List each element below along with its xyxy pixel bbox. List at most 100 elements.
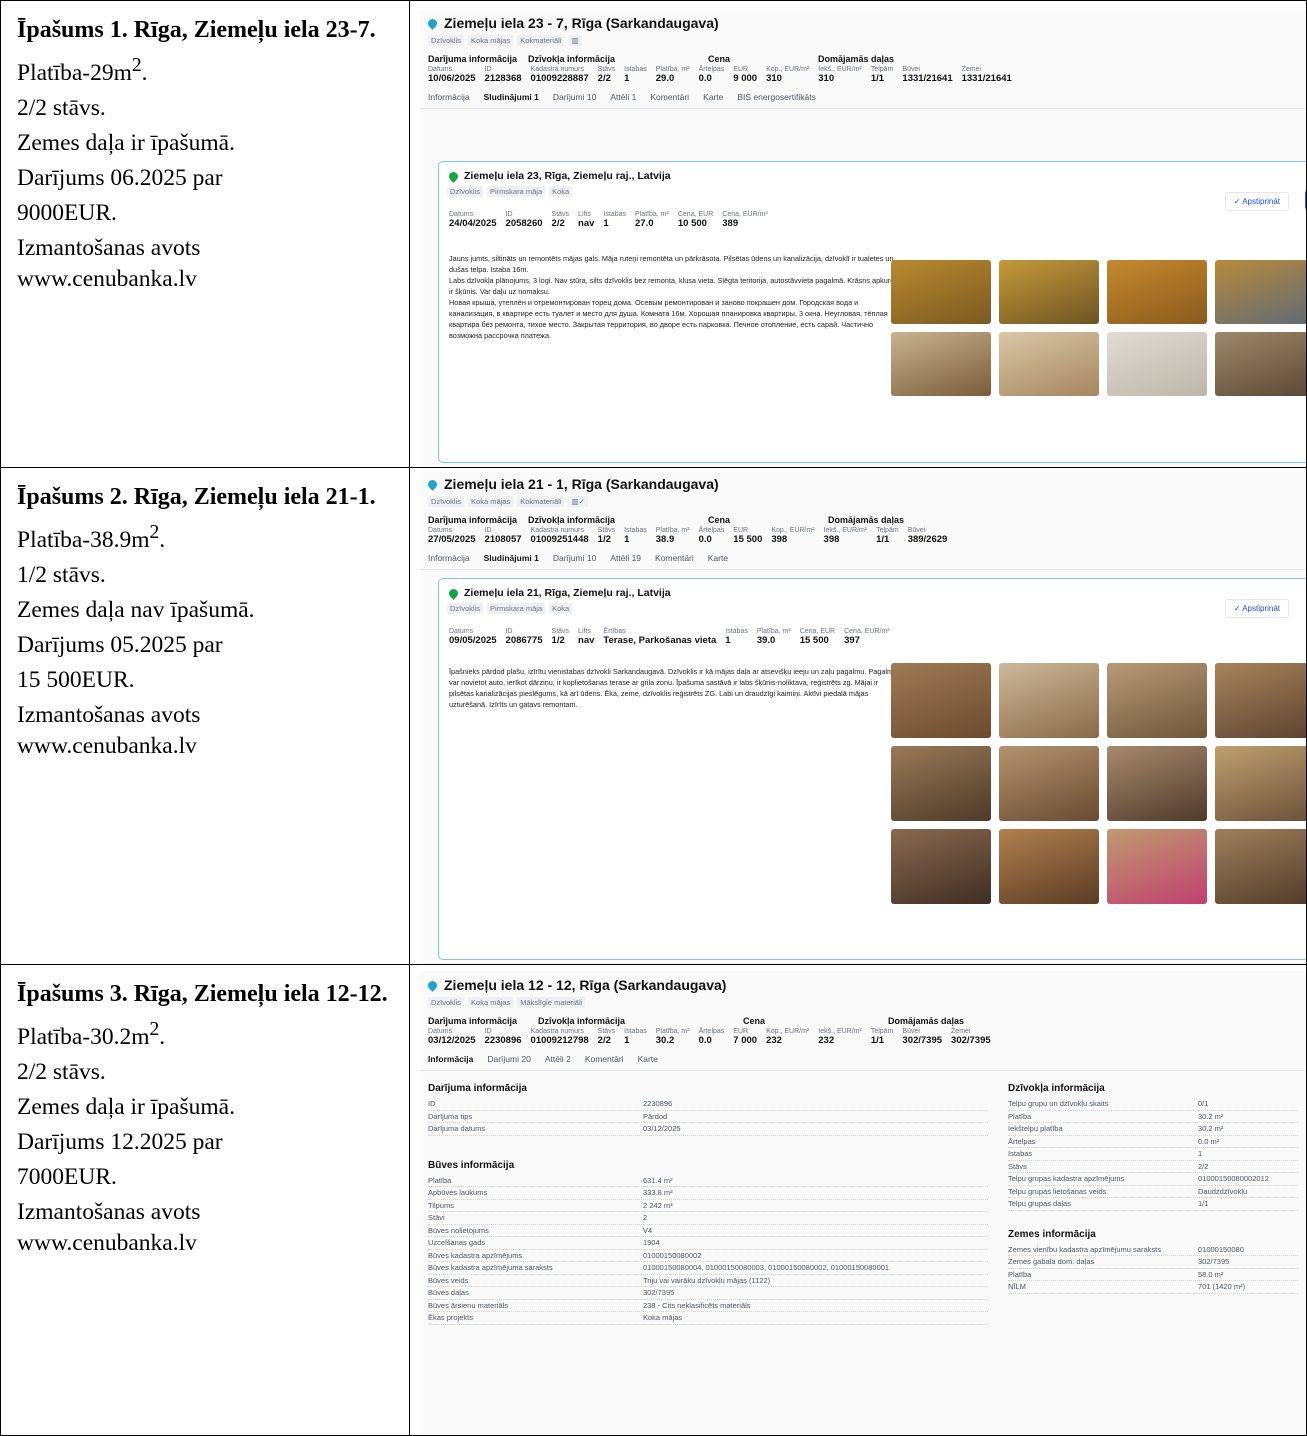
summary-field: Kop., EUR/m² 398 <box>771 527 815 545</box>
tag-list: Dzīvoklis Koka mājas Kokmateriāli ▥✓ <box>420 494 1306 509</box>
summary-field: Būvei 1331/21641 <box>902 66 953 84</box>
photo-thumbnail[interactable] <box>891 829 991 904</box>
property-source-url: www.cenubanka.lv <box>17 265 197 292</box>
photo-thumbnail[interactable] <box>1215 332 1306 396</box>
summary-field: Stāvs 1/2 <box>597 527 616 545</box>
tab-1[interactable]: Sludinājumi 1 <box>484 553 539 563</box>
photo-thumbnail[interactable] <box>891 260 991 324</box>
tab-3[interactable]: Komentāri <box>585 1054 624 1064</box>
summary-field: Stāvs 1/2 <box>551 628 570 646</box>
summary-field: ID 2108057 <box>484 527 522 545</box>
details-panel: Darījuma informācija ID 2230896 Darījuma t… <box>420 1071 1306 1325</box>
property-1-summary: Īpašums 1. Rīga, Ziemeļu iela 23-7. Plat… <box>0 0 410 468</box>
tab-3[interactable]: Attēli 1 <box>610 92 636 102</box>
property-2-screenshot: Ziemeļu iela 21 - 1, Rīga (Sarkandaugava… <box>409 467 1307 965</box>
tab-5[interactable]: Karte <box>708 553 728 563</box>
detail-row: Platība 30.2 m² <box>1008 1111 1298 1123</box>
detail-row: Būves veids Triju vai vairāku dzīvokļu mā… <box>428 1275 988 1287</box>
property-price: 9000EUR. <box>17 199 117 226</box>
photo-thumbnail[interactable] <box>999 829 1099 904</box>
summary-field: Iekš., EUR/m² 398 <box>823 527 868 545</box>
photo-thumbnail[interactable] <box>1107 260 1207 324</box>
photo-thumbnail[interactable] <box>1215 260 1306 324</box>
property-3-screenshot: Ziemeļu iela 12 - 12, Rīga (Sarkandaugav… <box>409 964 1307 1436</box>
photo-thumbnail[interactable] <box>999 260 1099 324</box>
tab-4[interactable]: Komentāri <box>650 92 689 102</box>
photo-gallery <box>891 663 1306 904</box>
tab-2[interactable]: Darījumi 10 <box>553 92 596 102</box>
tab-2[interactable]: Darījumi 10 <box>553 553 596 563</box>
photo-thumbnail[interactable] <box>1107 746 1207 821</box>
tab-0[interactable]: Informācija <box>428 1054 473 1064</box>
location-pin-icon <box>426 477 439 491</box>
summary-field: Cena, EUR/m² 389 <box>722 211 768 229</box>
summary-field: Ārtelpas 0.0 <box>698 527 725 545</box>
tab-bar: Informācija Sludinājumi 1 Darījumi 10 Attēl… <box>420 84 1306 109</box>
land-section-title: Zemes informācija <box>1008 1228 1096 1240</box>
photo-thumbnail[interactable] <box>1215 746 1306 821</box>
property-source-label: Izmantošanas avots <box>17 701 201 728</box>
summary-field: ID 2230896 <box>484 1028 522 1046</box>
tab-1[interactable]: Sludinājumi 1 <box>484 92 539 102</box>
land-details: Zemes vienību kadastra apzīmējumu saraks… <box>1008 1244 1298 1294</box>
tab-2[interactable]: Attēli 2 <box>545 1054 571 1064</box>
detail-row: Istabas 1 <box>1008 1148 1298 1161</box>
property-source-label: Izmantošanas avots <box>17 1198 201 1225</box>
detail-row: Zemes vienību kadastra apzīmējumu saraks… <box>1008 1244 1298 1256</box>
tab-0[interactable]: Informācija <box>428 553 470 563</box>
summary-field: EUR 9 000 <box>733 66 758 84</box>
photo-thumbnail[interactable] <box>891 746 991 821</box>
summary-field: Kadastra numurs 01009212798 <box>530 1028 589 1046</box>
tab-3[interactable]: Attēli 19 <box>610 553 641 563</box>
confirm-button[interactable]: ✓ Apstiprināt <box>1224 599 1289 618</box>
photo-thumbnail[interactable] <box>891 332 991 396</box>
summary-field: Cena, EUR/m² 397 <box>844 628 890 646</box>
tab-0[interactable]: Informācija <box>428 92 470 102</box>
photo-gallery <box>891 260 1306 396</box>
summary-field: ID 2128368 <box>484 66 522 84</box>
summary-field: Datums 03/12/2025 <box>428 1028 476 1046</box>
section-headers: Darījuma informācija Dzīvokļa informācija… <box>428 54 895 64</box>
tab-bar: Informācija Darījumi 20 Attēli 2 Komentāri K… <box>420 1046 1306 1071</box>
property-price: 7000EUR. <box>17 1163 117 1190</box>
detail-row: Iekštelpu platība 30.2 m² <box>1008 1123 1298 1136</box>
tab-5[interactable]: Karte <box>703 92 723 102</box>
photo-thumbnail[interactable] <box>999 332 1099 396</box>
property-deal: Darījums 12.2025 par <box>17 1128 223 1155</box>
photo-thumbnail[interactable] <box>999 663 1099 738</box>
summary-field: Zemei 1331/21641 <box>961 66 1012 84</box>
confirm-button[interactable]: ✓ Apstiprināt <box>1224 192 1289 211</box>
listing-description: Jauns jumts, siltināts un remontēts māja… <box>449 254 897 340</box>
photo-thumbnail[interactable] <box>891 663 991 738</box>
summary-field: Telpām 1/1 <box>870 66 894 84</box>
property-area: Platība-29m2. <box>17 55 148 86</box>
photo-thumbnail[interactable] <box>1107 332 1207 396</box>
tab-1[interactable]: Darījumi 20 <box>487 1054 530 1064</box>
tab-6[interactable]: BIS energosertifikāts <box>737 92 815 102</box>
detail-row: Platība 631.4 m² <box>428 1175 988 1187</box>
photo-thumbnail[interactable] <box>1107 663 1207 738</box>
summary-field: Istabas 1 <box>603 211 626 229</box>
listing-address: Ziemeļu iela 21, Rīga, Ziemeļu raj., Lat… <box>439 579 1306 601</box>
summary-field: Datums 10/06/2025 <box>428 66 476 84</box>
listing-tags: Dzīvoklis Pirmskara māja Koka <box>439 601 1306 616</box>
property-price: 15 500EUR. <box>17 666 135 693</box>
summary-field: Platība, m² 39.0 <box>756 628 791 646</box>
detail-row: Telpu grupas daļas 1/1 <box>1008 1198 1298 1211</box>
photo-thumbnail[interactable] <box>1215 829 1306 904</box>
tab-4[interactable]: Karte <box>638 1054 658 1064</box>
summary-field: Ārtelpas 0.0 <box>698 66 725 84</box>
photo-thumbnail[interactable] <box>1215 663 1306 738</box>
photo-thumbnail[interactable] <box>999 746 1099 821</box>
summary-field: Stāvs 2/2 <box>551 211 570 229</box>
location-pin-icon <box>426 16 439 30</box>
property-area: Platība-30.2m2. <box>17 1019 166 1050</box>
location-pin-icon <box>447 586 460 600</box>
action-button[interactable] <box>1305 190 1306 210</box>
tab-4[interactable]: Komentāri <box>655 553 694 563</box>
photo-thumbnail[interactable] <box>1107 829 1207 904</box>
summary-field: Kop., EUR/m² 232 <box>766 1028 810 1046</box>
detail-row: ID 2230896 <box>428 1098 988 1111</box>
section-headers: Darījuma informācija Dzīvokļa informācija… <box>428 515 905 525</box>
flat-details: Telpu grupu un dzīvokļu skaits 0/1 Platība… <box>1008 1098 1298 1211</box>
